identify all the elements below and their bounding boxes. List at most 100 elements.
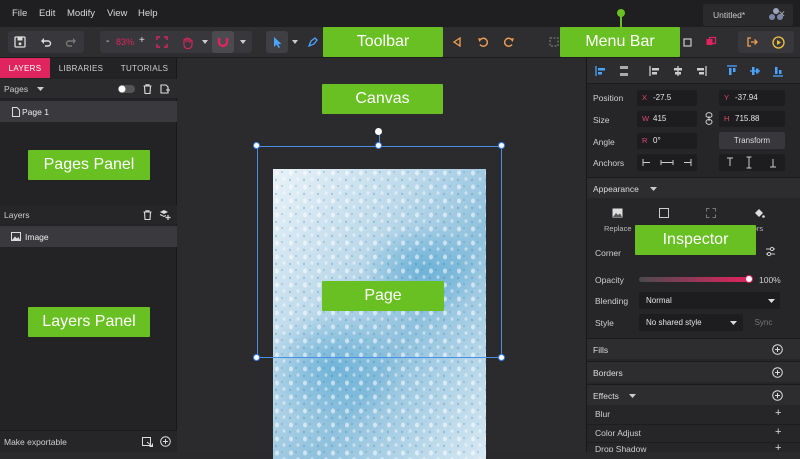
rotate-right-icon[interactable] — [498, 31, 520, 53]
image-icon[interactable] — [612, 208, 623, 218]
blending-select[interactable]: Normal — [639, 292, 780, 309]
menu-edit[interactable]: Edit — [39, 8, 55, 19]
align-h-start-icon[interactable] — [649, 65, 661, 77]
boolean-icon[interactable] — [700, 31, 722, 53]
add-page-icon[interactable] — [160, 84, 170, 94]
chevron-down-icon[interactable] — [240, 40, 246, 44]
x-field[interactable]: X -27.5 — [637, 90, 697, 106]
effects-title: Effects — [593, 391, 619, 401]
corner-settings-icon[interactable] — [765, 246, 776, 257]
opacity-slider-thumb[interactable] — [745, 275, 753, 283]
menu-file[interactable]: File — [12, 8, 27, 19]
chevron-down-icon[interactable] — [202, 40, 208, 44]
list-item[interactable]: Image — [0, 226, 177, 247]
resize-handle[interactable] — [375, 142, 382, 149]
align-h-end-icon[interactable] — [695, 65, 707, 77]
rotation-handle[interactable] — [375, 128, 382, 135]
zoom-level[interactable]: 83% — [116, 37, 134, 47]
resize-handle[interactable] — [253, 354, 260, 361]
resize-handle[interactable] — [498, 354, 505, 361]
zoom-in-button[interactable]: + — [139, 35, 145, 46]
style-select[interactable]: No shared style — [639, 314, 743, 331]
toolbar-callout: Toolbar — [323, 27, 443, 57]
menu-modify[interactable]: Modify — [67, 8, 95, 19]
trash-icon[interactable] — [143, 84, 152, 94]
add-effect-icon[interactable] — [772, 390, 783, 401]
tab-layers[interactable]: LAYERS — [0, 58, 50, 78]
tab-libraries[interactable]: LIBRARIES — [50, 58, 112, 78]
resize-handle[interactable] — [498, 142, 505, 149]
redo-icon[interactable] — [60, 31, 82, 53]
paint-bucket-icon[interactable] — [754, 208, 765, 219]
height-field[interactable]: H 715.88 — [719, 111, 785, 127]
y-field[interactable]: Y -37.94 — [719, 90, 785, 106]
add-border-icon[interactable] — [772, 367, 783, 378]
align-h-center-icon[interactable] — [672, 65, 684, 77]
fit-screen-icon[interactable] — [151, 31, 173, 53]
toggle-switch[interactable] — [118, 85, 135, 93]
replace-label[interactable]: Replace — [604, 224, 632, 233]
angle-field[interactable]: R 0° — [637, 133, 697, 149]
flip-icon[interactable] — [446, 31, 468, 53]
add-fill-icon[interactable] — [772, 344, 783, 355]
pen-tool-icon[interactable] — [302, 31, 324, 53]
crop-box-icon[interactable] — [659, 208, 669, 218]
chevron-down-icon[interactable] — [292, 40, 298, 44]
distribute-icon[interactable] — [618, 65, 630, 77]
expand-icon[interactable] — [706, 208, 716, 218]
menu-help[interactable]: Help — [138, 8, 158, 19]
transform-button[interactable]: Transform — [719, 132, 785, 149]
y-value: -37.94 — [735, 93, 758, 102]
appearance-header[interactable]: Appearance — [587, 177, 800, 198]
opacity-slider[interactable] — [639, 277, 749, 282]
sync-button[interactable]: Sync — [747, 314, 780, 331]
effects-section[interactable]: Effects — [587, 384, 800, 405]
list-item[interactable]: Color Adjust + — [587, 424, 800, 441]
trash-icon[interactable] — [143, 210, 152, 220]
width-field[interactable]: W 415 — [637, 111, 697, 127]
plugins-icon[interactable] — [768, 7, 784, 21]
align-left-icon[interactable] — [595, 65, 607, 77]
borders-section[interactable]: Borders — [587, 361, 800, 382]
document-tab-title: Untitled* — [713, 10, 746, 20]
align-top-icon[interactable] — [726, 65, 738, 77]
opacity-value: 100% — [759, 275, 781, 285]
play-icon[interactable] — [767, 31, 789, 53]
effect-blur: Blur — [595, 409, 611, 419]
export-slice-icon[interactable] — [142, 437, 153, 447]
align-middle-icon[interactable] — [749, 65, 761, 77]
rotate-left-icon[interactable] — [472, 31, 494, 53]
tab-tutorials[interactable]: TUTORIALS — [112, 58, 177, 78]
magnet-icon[interactable] — [212, 31, 234, 53]
add-icon[interactable]: + — [775, 443, 781, 452]
export-icon[interactable] — [741, 31, 763, 53]
menu-view[interactable]: View — [107, 8, 127, 19]
selection-box — [257, 146, 502, 358]
align-bottom-icon[interactable] — [772, 65, 784, 77]
add-icon[interactable]: + — [775, 407, 781, 419]
vertical-anchors[interactable] — [719, 154, 785, 171]
fills-section[interactable]: Fills — [587, 338, 800, 359]
zoom-out-button[interactable]: - — [106, 36, 109, 47]
chevron-down-icon[interactable] — [37, 87, 44, 91]
make-exportable-label[interactable]: Make exportable — [4, 437, 67, 447]
style-label: Style — [595, 318, 614, 328]
undo-icon[interactable] — [35, 31, 57, 53]
list-item[interactable]: Drop Shadow + — [587, 442, 800, 452]
align-bar — [587, 58, 800, 84]
add-layer-icon[interactable] — [159, 209, 171, 220]
blending-value: Normal — [646, 296, 672, 305]
canvas[interactable] — [177, 58, 586, 459]
save-icon[interactable] — [9, 31, 31, 53]
lock-ratio-icon[interactable] — [705, 112, 713, 125]
add-icon[interactable]: + — [775, 426, 781, 438]
chevron-down-icon — [629, 394, 636, 398]
list-item[interactable]: Page 1 — [0, 101, 177, 122]
add-icon[interactable] — [160, 436, 171, 447]
list-item[interactable]: Blur + — [587, 406, 800, 423]
select-tool-icon[interactable] — [266, 31, 288, 53]
layers-panel-callout: Layers Panel — [28, 307, 150, 337]
resize-handle[interactable] — [253, 142, 260, 149]
hand-tool-icon[interactable] — [176, 31, 198, 53]
horizontal-anchors[interactable] — [637, 154, 697, 171]
